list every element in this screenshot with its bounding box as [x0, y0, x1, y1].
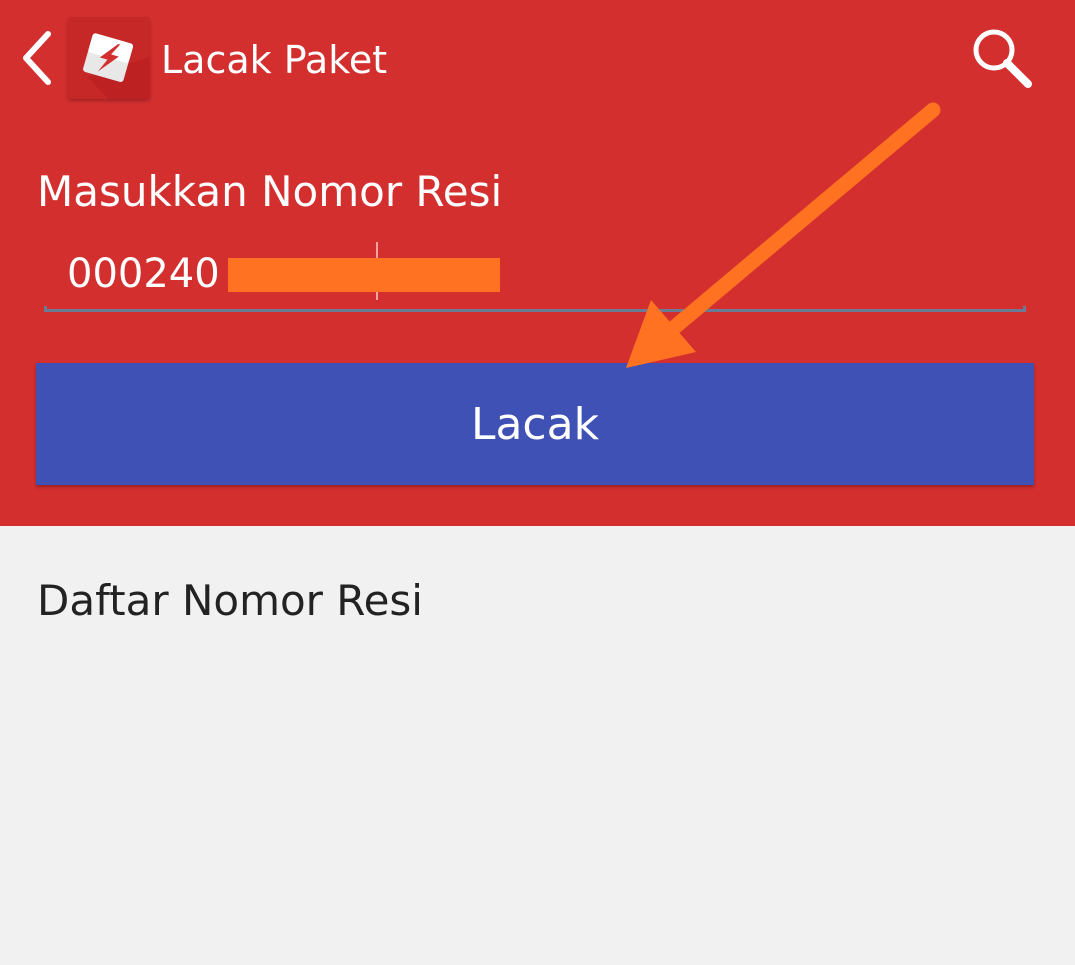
- lacak-button[interactable]: Lacak: [36, 363, 1034, 485]
- app-logo-icon: [68, 17, 150, 99]
- resi-number-input[interactable]: 000240: [44, 232, 1026, 314]
- header-section: Lacak Paket Masukkan Nomor Resi 000240 L…: [0, 0, 1075, 526]
- redaction-mark: [228, 258, 500, 292]
- back-button[interactable]: [14, 28, 60, 88]
- input-underline: [44, 306, 1026, 312]
- resi-field-label: Masukkan Nomor Resi: [37, 167, 503, 216]
- resi-input-value: 000240: [67, 248, 220, 300]
- search-button[interactable]: [968, 24, 1036, 92]
- resi-list-heading: Daftar Nomor Resi: [37, 576, 423, 625]
- search-icon: [973, 29, 1032, 88]
- app-title: Lacak Paket: [161, 38, 388, 82]
- app-screen: Lacak Paket Masukkan Nomor Resi 000240 L…: [0, 0, 1075, 965]
- resi-input-value-tail: 0: [194, 251, 220, 297]
- chevron-left-icon: [23, 31, 51, 85]
- resi-input-value-start: 00024: [67, 251, 195, 297]
